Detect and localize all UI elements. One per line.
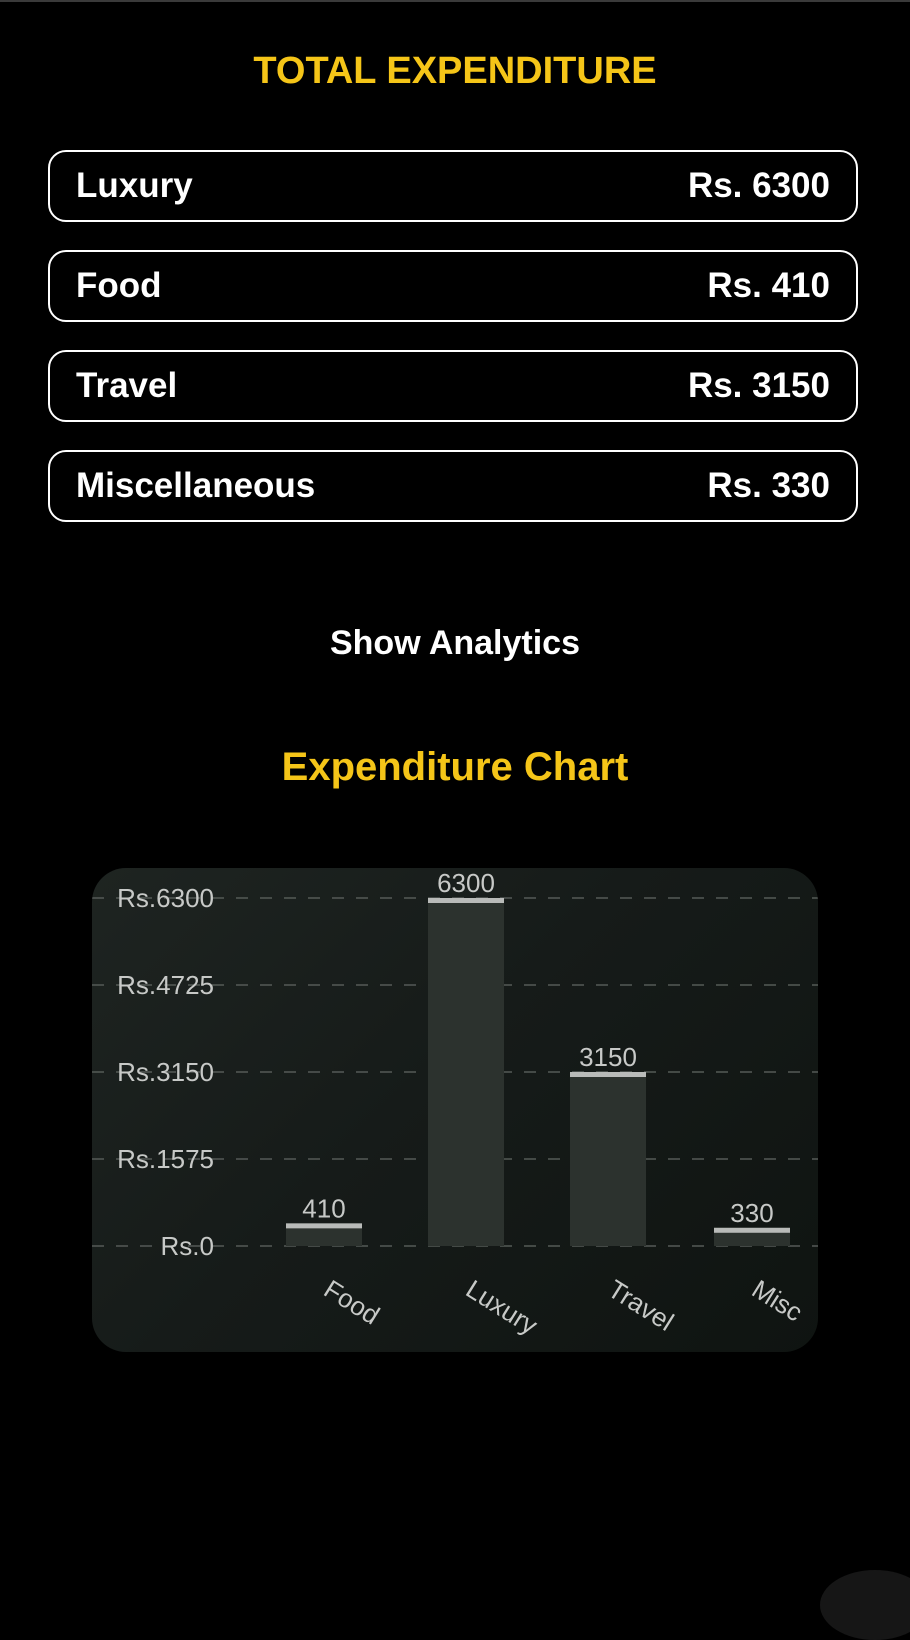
x-tick-label: Misc [747, 1274, 808, 1328]
bar-cap [570, 1072, 646, 1077]
bar-chart-svg: Rs.0 Rs.1575 Rs.3150 Rs.4725 Rs.6300 410 Food 6… [92, 868, 818, 1341]
expense-label: Miscellaneous [76, 466, 316, 505]
expense-row-luxury: Luxury Rs. 6300 [48, 150, 858, 222]
bar-value-label: 410 [302, 1193, 345, 1223]
bar-cap [428, 898, 504, 903]
expenditure-chart: Rs.0 Rs.1575 Rs.3150 Rs.4725 Rs.6300 410 Food 6… [92, 868, 818, 1352]
bar-travel [570, 1072, 646, 1246]
expense-amount: Rs. 3150 [687, 366, 830, 405]
expense-amount: Rs. 6300 [687, 166, 830, 205]
y-tick-label: Rs.0 [161, 1231, 214, 1261]
y-tick-label: Rs.1575 [117, 1144, 214, 1174]
expense-label: Travel [76, 366, 178, 405]
bar-value-label: 330 [730, 1198, 773, 1228]
expense-label: Luxury [76, 166, 193, 205]
page-title: TOTAL EXPENDITURE [253, 50, 657, 92]
expense-row-miscellaneous: Miscellaneous Rs. 330 [48, 450, 858, 522]
expense-amount: Rs. 410 [707, 266, 830, 305]
y-tick-label: Rs.4725 [117, 970, 214, 1000]
x-tick-label: Food [319, 1274, 385, 1331]
expense-row-travel: Travel Rs. 3150 [48, 350, 858, 422]
expense-label: Food [76, 266, 162, 305]
y-tick-label: Rs.6300 [117, 883, 214, 913]
bar-value-label: 6300 [437, 868, 495, 898]
expense-amount: Rs. 330 [707, 466, 830, 505]
y-tick-label: Rs.3150 [117, 1057, 214, 1087]
x-tick-label: Luxury [461, 1274, 543, 1341]
chart-title: Expenditure Chart [281, 745, 629, 789]
expense-row-food: Food Rs. 410 [48, 250, 858, 322]
bar-value-label: 3150 [579, 1042, 637, 1072]
x-tick-label: Travel [603, 1274, 679, 1337]
bar-cap [714, 1227, 790, 1233]
bar-cap [286, 1223, 362, 1229]
home-indicator [820, 1570, 910, 1640]
top-divider [0, 0, 910, 2]
bar-luxury [428, 898, 504, 1246]
show-analytics-button[interactable]: Show Analytics [0, 624, 910, 663]
